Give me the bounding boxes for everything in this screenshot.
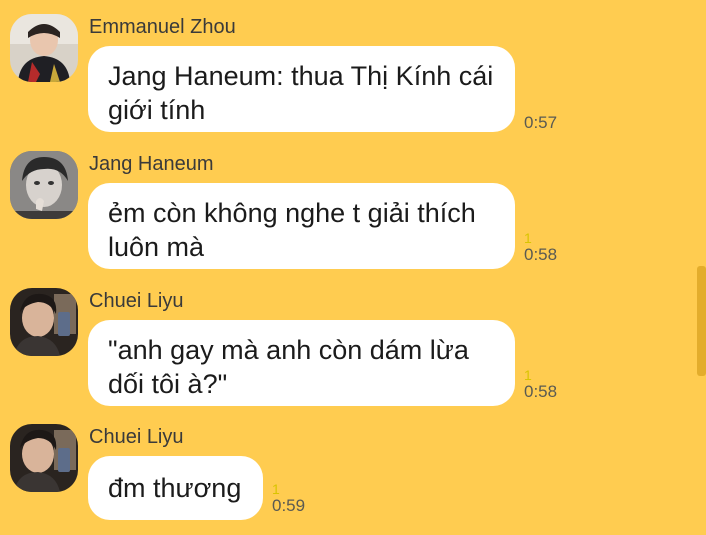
sender-name: Jang Haneum — [89, 153, 214, 175]
sender-name: Chuei Liyu — [89, 290, 184, 312]
message-time: 0:59 — [272, 496, 306, 515]
message-item: Jang Haneum ẻm còn không nghe t giải thí… — [0, 151, 690, 271]
message-item: Chuei Liyu "anh gay mà anh còn dám lừa d… — [0, 288, 690, 408]
message-time: 0:57 — [524, 113, 558, 132]
message-text-line: dối tôi à?" — [108, 369, 228, 399]
chat-message-list[interactable]: Emmanuel Zhou Jang Haneum: thua Thị Kính… — [0, 0, 706, 535]
message-meta: 0:57 — [524, 113, 557, 133]
message-item: Emmanuel Zhou Jang Haneum: thua Thị Kính… — [0, 14, 690, 134]
message-meta: 1 0:58 — [524, 231, 557, 265]
message-bubble[interactable]: ẻm còn không nghe t giải thích luôn mà — [88, 183, 515, 269]
message-time: 0:58 — [524, 382, 558, 401]
message-item: Chuei Liyu đm thương 1 0:59 — [0, 424, 690, 524]
avatar[interactable] — [10, 424, 78, 492]
scrollbar[interactable] — [697, 266, 706, 376]
avatar-photo — [10, 288, 78, 356]
message-time: 0:58 — [524, 245, 558, 264]
avatar-photo — [10, 14, 78, 82]
unread-count: 1 — [272, 481, 280, 497]
message-text-line: Jang Haneum: thua Thị Kính cái — [108, 61, 494, 91]
unread-count: 1 — [524, 367, 532, 383]
unread-count: 1 — [524, 230, 532, 246]
message-meta: 1 0:58 — [524, 368, 557, 402]
avatar-photo — [10, 424, 78, 492]
avatar[interactable] — [10, 151, 78, 219]
message-bubble[interactable]: đm thương — [88, 456, 263, 520]
message-text-line: ẻm còn không nghe t giải thích — [108, 198, 476, 228]
sender-name: Emmanuel Zhou — [89, 16, 236, 38]
avatar-photo — [10, 151, 78, 219]
message-bubble[interactable]: "anh gay mà anh còn dám lừa dối tôi à?" — [88, 320, 515, 406]
message-text-line: giới tính — [108, 95, 206, 125]
sender-name: Chuei Liyu — [89, 426, 184, 448]
message-text-line: luôn mà — [108, 232, 205, 262]
message-text-line: đm thương — [108, 473, 242, 503]
message-bubble[interactable]: Jang Haneum: thua Thị Kính cái giới tính — [88, 46, 515, 132]
avatar[interactable] — [10, 14, 78, 82]
message-text-line: "anh gay mà anh còn dám lừa — [108, 335, 469, 365]
avatar[interactable] — [10, 288, 78, 356]
message-meta: 1 0:59 — [272, 482, 305, 516]
